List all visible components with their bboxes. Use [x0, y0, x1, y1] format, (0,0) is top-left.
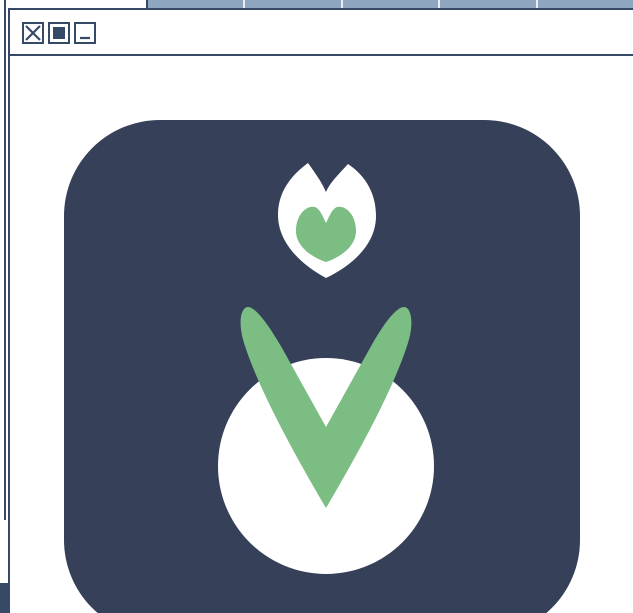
- minimize-icon: [80, 36, 90, 40]
- background-tab[interactable]: [538, 0, 633, 8]
- close-x-icon: [25, 25, 41, 41]
- app-window: [8, 8, 633, 613]
- app-icon: [64, 120, 580, 613]
- window-content: [10, 56, 633, 613]
- background-tab[interactable]: [245, 0, 343, 8]
- screen: [0, 0, 633, 613]
- filled-square-icon: [53, 27, 65, 39]
- maximize-button[interactable]: [48, 22, 70, 44]
- v-leaf-and-circle-logo: [64, 120, 580, 613]
- background-tab[interactable]: [148, 0, 246, 8]
- minimize-button[interactable]: [74, 22, 96, 44]
- window-titlebar[interactable]: [10, 10, 633, 56]
- close-button[interactable]: [22, 22, 44, 44]
- background-tab[interactable]: [343, 0, 441, 8]
- background-tab[interactable]: [440, 0, 538, 8]
- window-controls: [22, 22, 96, 44]
